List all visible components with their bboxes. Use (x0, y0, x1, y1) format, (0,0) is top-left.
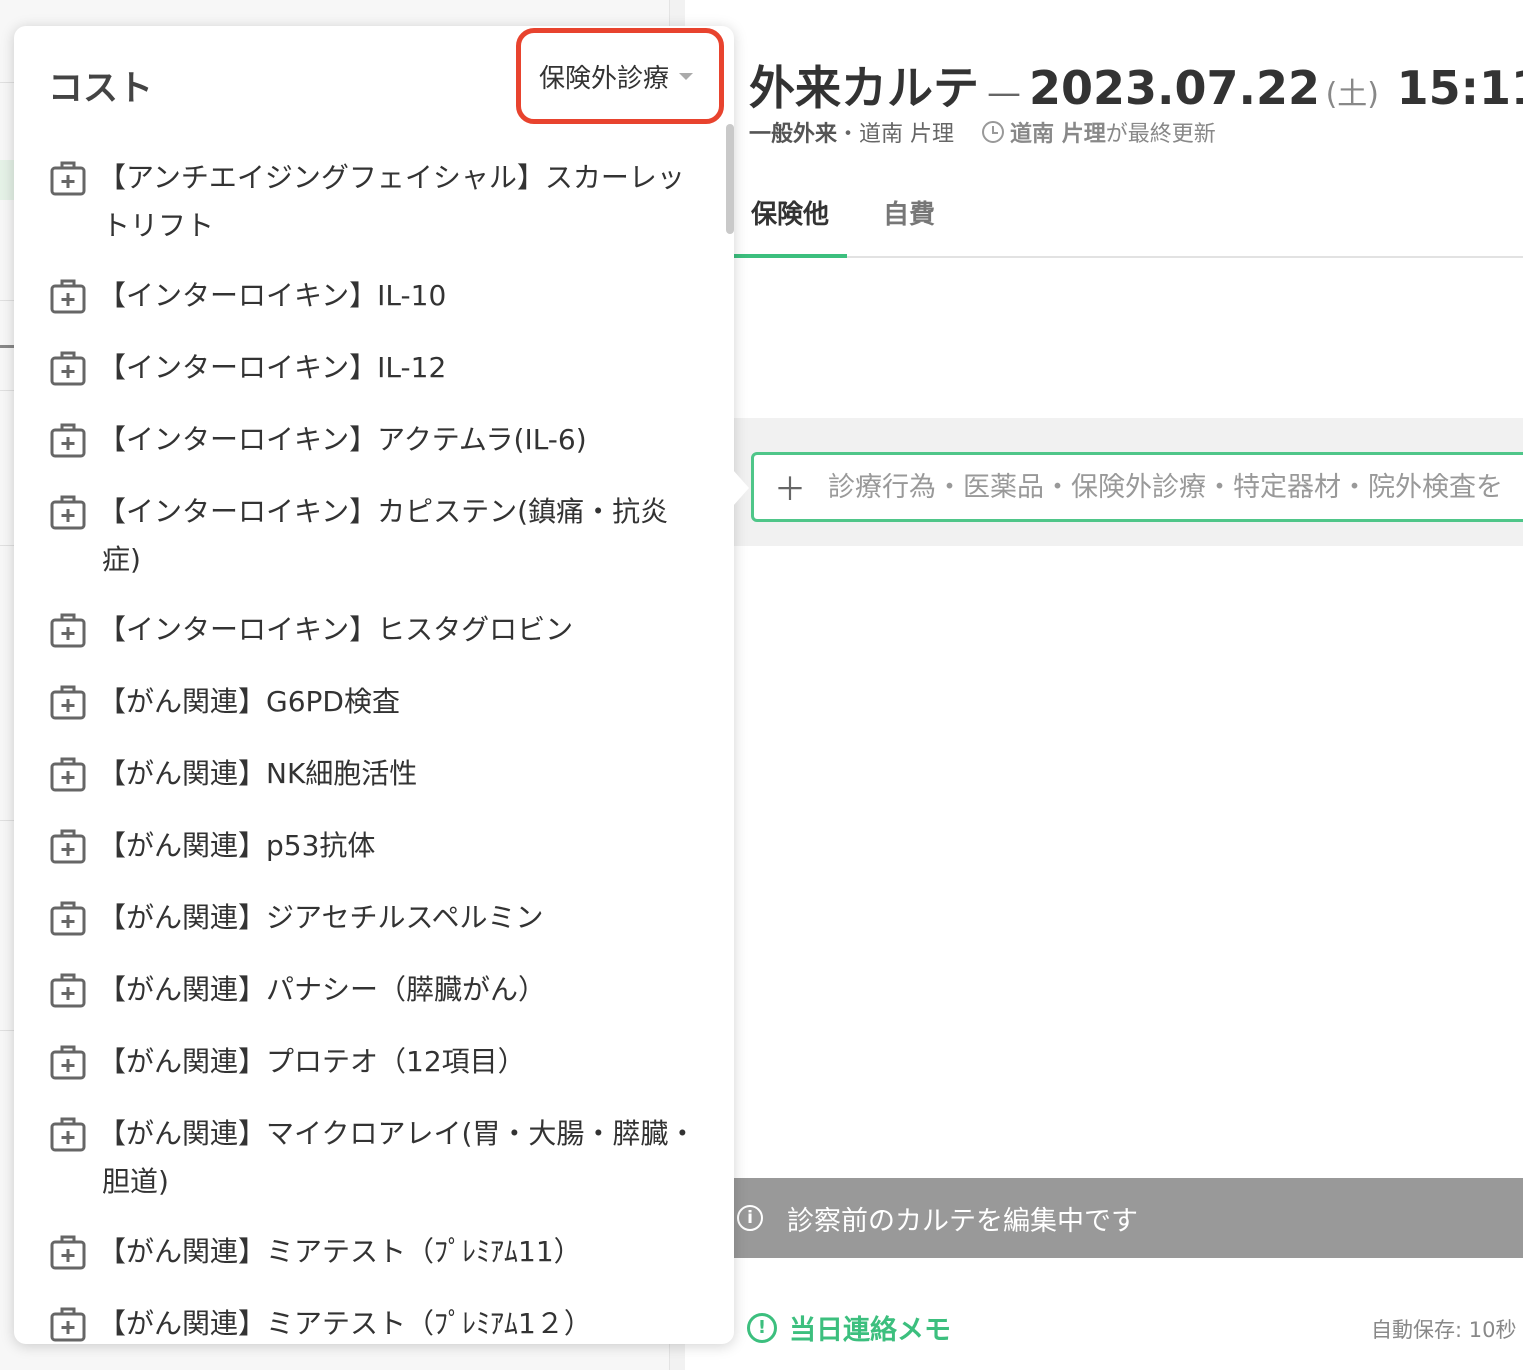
order-input-area: ＋ (733, 418, 1523, 546)
category-value: 保険外診療 (539, 63, 670, 94)
status-bar: i 診察前のカルテを編集中です (733, 1178, 1523, 1258)
cost-item-label: 【インターロイキン】IL-10 (98, 279, 447, 312)
cost-item-label: 【アンチエイジングフェイシャル】スカーレットリフト (98, 161, 685, 242)
title-separator: — (987, 73, 1021, 113)
medical-kit-icon (48, 682, 88, 722)
last-updated: 道南 片理 が最終更新 (982, 116, 1216, 148)
popover-arrow (733, 470, 749, 506)
daily-memo-label: 当日連絡メモ (789, 1315, 951, 1346)
medical-kit-icon (48, 276, 88, 316)
medical-kit-icon (48, 1304, 88, 1344)
chevron-down-icon (679, 72, 694, 80)
cost-list-item[interactable]: 【インターロイキン】アクテムラ(IL-6) (48, 416, 698, 464)
cost-list-item[interactable]: 【インターロイキン】IL-10 (48, 272, 698, 320)
medical-kit-icon (48, 420, 88, 460)
order-search-input[interactable] (828, 471, 1523, 503)
cost-list-item[interactable]: 【がん関連】NK細胞活性 (48, 750, 698, 798)
medical-kit-icon (48, 898, 88, 938)
cost-list-item[interactable]: 【がん関連】ミアテスト（ﾌﾟﾚﾐｱﾑ11） (48, 1228, 698, 1276)
alert-icon: ! (747, 1312, 777, 1343)
cost-list-item[interactable]: 【がん関連】p53抗体 (48, 822, 698, 870)
cost-item-label: 【がん関連】マイクロアレイ(胃・大腸・膵臓・胆道) (98, 1117, 697, 1198)
medical-kit-icon (48, 970, 88, 1010)
cost-list-item[interactable]: 【がん関連】マイクロアレイ(胃・大腸・膵臓・胆道) (48, 1110, 698, 1206)
background-badge (0, 160, 14, 200)
tab-self-pay[interactable]: 自費 (865, 190, 953, 258)
karte-tabs: 保険他 自費 (733, 190, 1523, 258)
cost-list-item[interactable]: 【がん関連】パナシー（膵臓がん） (48, 966, 698, 1014)
scrollbar[interactable] (726, 124, 734, 234)
title-label: 外来カルテ (749, 61, 979, 115)
medical-kit-icon (48, 1042, 88, 1082)
visit-type: 一般外来 (749, 122, 838, 147)
cost-list-item[interactable]: 【がん関連】G6PD検査 (48, 678, 698, 726)
page-title: 外来カルテ—2023.07.22 (土) 15:11 (749, 52, 1523, 118)
karte-panel: 外来カルテ—2023.07.22 (土) 15:11 一般外来 ・ 道南 片理 … (685, 0, 1523, 1370)
cost-item-label: 【がん関連】パナシー（膵臓がん） (98, 973, 547, 1006)
cost-item-label: 【がん関連】プロテオ（12項目） (98, 1045, 526, 1078)
subtitle-dot: ・ (837, 122, 860, 147)
cost-item-label: 【がん関連】ミアテスト（ﾌﾟﾚﾐｱﾑ11） (98, 1235, 582, 1268)
cost-item-label: 【がん関連】G6PD検査 (98, 685, 400, 718)
cost-list-item[interactable]: 【アンチエイジングフェイシャル】スカーレットリフト (48, 154, 698, 250)
info-icon: i (737, 1205, 763, 1231)
status-text: 診察前のカルテを編集中です (787, 1205, 1138, 1237)
cost-item-list: 【アンチエイジングフェイシャル】スカーレットリフト【インターロイキン】IL-10… (48, 154, 698, 1344)
cost-list-item[interactable]: 【インターロイキン】ヒスタグロビン (48, 606, 698, 654)
medical-kit-icon (48, 348, 88, 388)
cost-popover: コスト 保険外診療 【アンチエイジングフェイシャル】スカーレットリフト 【インター… (14, 26, 734, 1344)
doctor-name: 道南 片理 (859, 122, 955, 147)
tab-insurance[interactable]: 保険他 (733, 190, 848, 258)
medical-kit-icon (48, 826, 88, 866)
updated-suffix: が最終更新 (1105, 122, 1216, 147)
medical-kit-icon (48, 1232, 88, 1272)
cost-item-label: 【インターロイキン】ヒスタグロビン (98, 613, 574, 646)
cost-item-label: 【インターロイキン】IL-12 (98, 351, 447, 384)
category-dropdown[interactable]: 保険外診療 (516, 28, 724, 124)
cost-item-label: 【がん関連】p53抗体 (98, 829, 376, 862)
medical-kit-icon (48, 1114, 88, 1154)
daily-memo-button[interactable]: ! 当日連絡メモ (747, 1308, 951, 1347)
karte-subtitle: 一般外来 ・ 道南 片理 道南 片理 が最終更新 (749, 116, 1216, 148)
popover-title: コスト (48, 69, 154, 109)
medical-kit-icon (48, 610, 88, 650)
cost-item-label: 【がん関連】NK細胞活性 (98, 757, 418, 790)
cost-item-label: 【がん関連】ミアテスト（ﾌﾟﾚﾐｱﾑ1２） (98, 1307, 592, 1340)
cost-item-label: 【インターロイキン】カピステン(鎮痛・抗炎症) (98, 495, 669, 576)
medical-kit-icon (48, 492, 88, 532)
title-weekday: (土) (1325, 77, 1380, 112)
cost-list-item[interactable]: 【インターロイキン】IL-12 (48, 344, 698, 392)
title-date: 2023.07.22 (1029, 61, 1321, 115)
cost-list-item[interactable]: 【がん関連】プロテオ（12項目） (48, 1038, 698, 1086)
cost-list-item[interactable]: 【がん関連】ミアテスト（ﾌﾟﾚﾐｱﾑ1２） (48, 1300, 698, 1344)
history-icon (982, 121, 1005, 143)
updated-by: 道南 片理 (1010, 122, 1106, 147)
medical-kit-icon (48, 754, 88, 794)
medical-kit-icon (48, 158, 88, 198)
order-search-box[interactable]: ＋ (751, 452, 1523, 522)
autosave-status: 自動保存: 10秒 (1371, 1318, 1517, 1342)
cost-list-item[interactable]: 【インターロイキン】カピステン(鎮痛・抗炎症) (48, 488, 698, 584)
cost-item-label: 【がん関連】ジアセチルスペルミン (98, 901, 544, 934)
plus-icon: ＋ (774, 470, 807, 508)
cost-list-item[interactable]: 【がん関連】ジアセチルスペルミン (48, 894, 698, 942)
title-time: 15:11 (1396, 61, 1523, 115)
cost-item-label: 【インターロイキン】アクテムラ(IL-6) (98, 423, 587, 456)
